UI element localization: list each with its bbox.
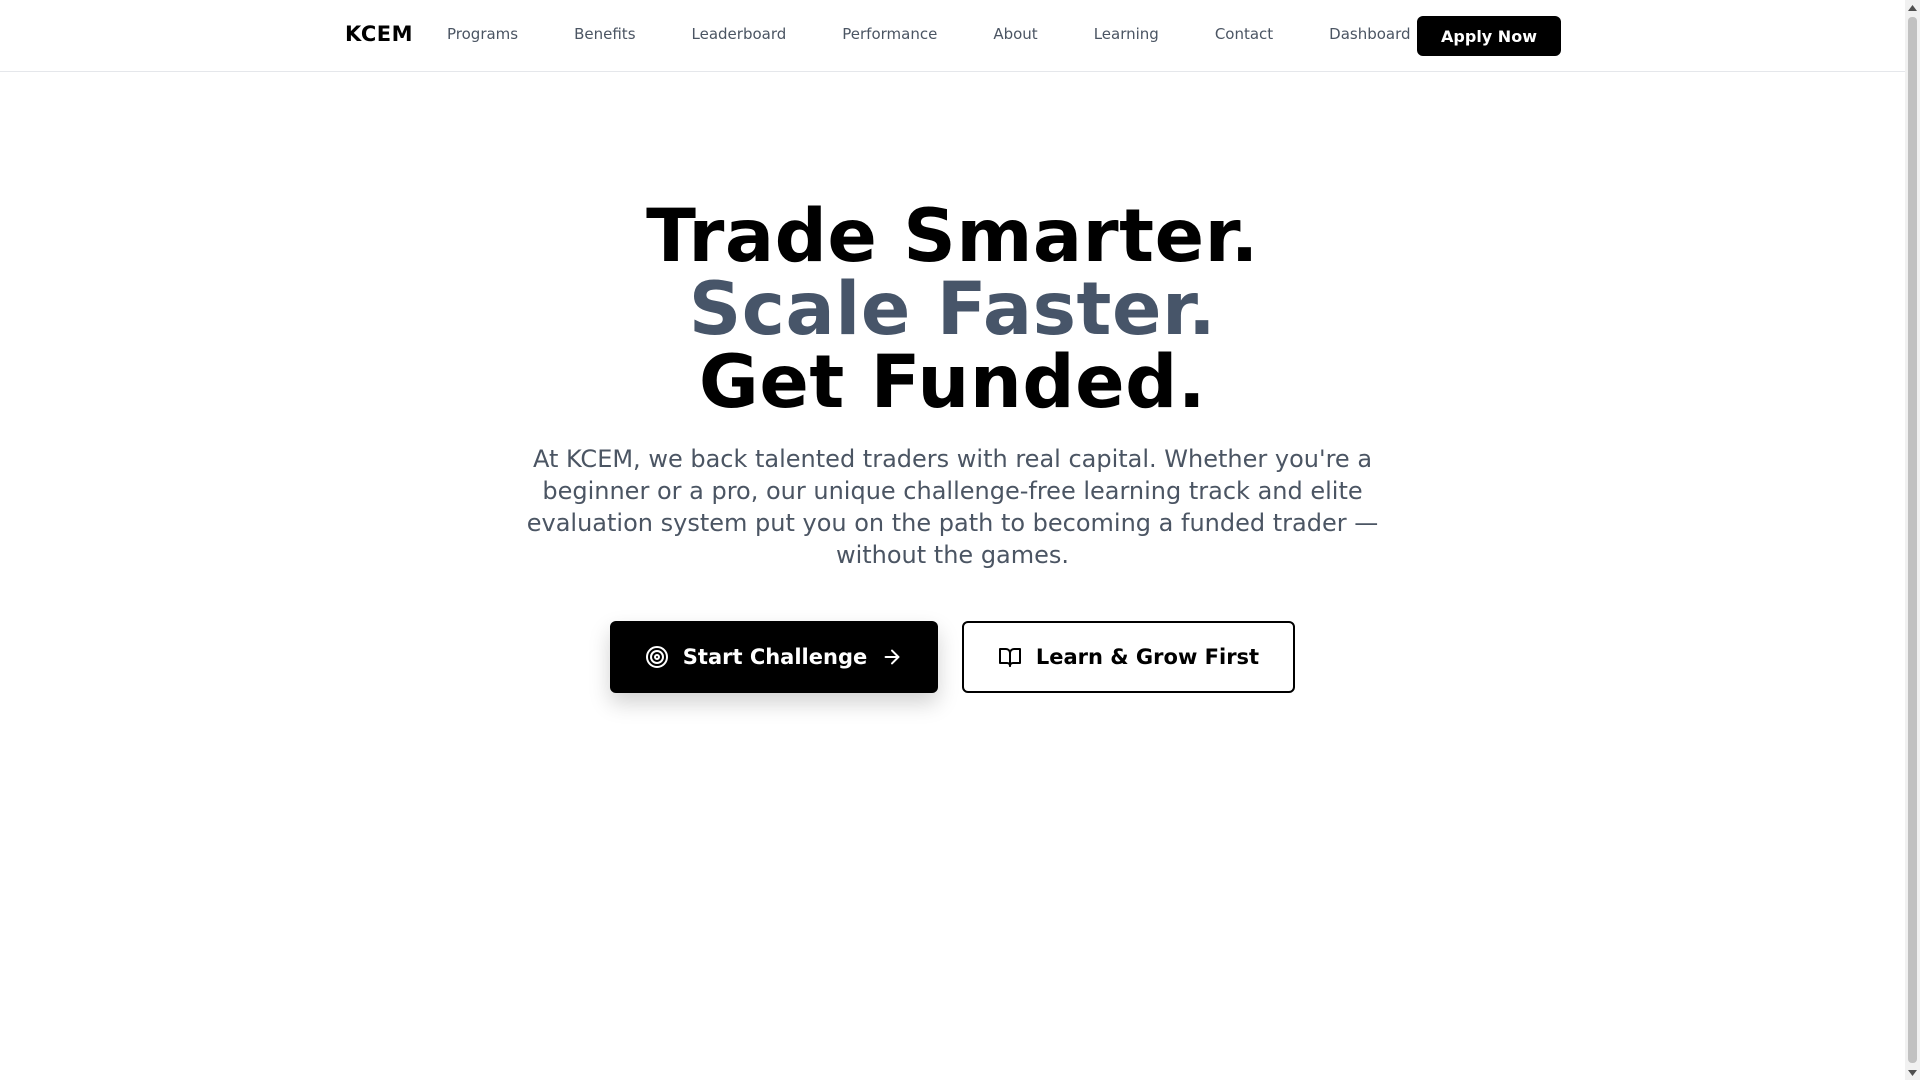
start-challenge-button[interactable]: Start Challenge [610, 621, 938, 693]
navbar: KCEM Programs Benefits Leaderboard Perfo… [0, 0, 1905, 72]
nav-link-contact[interactable]: Contact [1215, 25, 1273, 43]
learn-grow-first-button[interactable]: Learn & Grow First [962, 621, 1295, 693]
hero-title: Trade Smarter. Scale Faster. Get Funded. [0, 200, 1905, 419]
nav-link-about[interactable]: About [993, 25, 1037, 43]
nav-links: Programs Benefits Leaderboard Performanc… [447, 25, 1467, 43]
scroll-down-arrow-icon[interactable] [1905, 1065, 1920, 1080]
vertical-scrollbar[interactable] [1905, 0, 1920, 1080]
nav-link-leaderboard[interactable]: Leaderboard [692, 25, 787, 43]
page: KCEM Programs Benefits Leaderboard Perfo… [0, 0, 1905, 1080]
nav-link-performance[interactable]: Performance [842, 25, 937, 43]
hero-section: Trade Smarter. Scale Faster. Get Funded.… [0, 200, 1905, 693]
hero-title-line-2: Scale Faster. [688, 267, 1217, 352]
nav-link-dashboard[interactable]: Dashboard [1329, 25, 1410, 43]
nav-link-benefits[interactable]: Benefits [574, 25, 635, 43]
book-open-icon [998, 645, 1022, 669]
scrollbar-thumb[interactable] [1908, 17, 1917, 1063]
hero-title-line-3: Get Funded. [698, 340, 1207, 425]
target-icon [645, 645, 669, 669]
arrow-right-icon [881, 646, 903, 668]
nav-link-programs[interactable]: Programs [447, 25, 518, 43]
hero-title-line-1: Trade Smarter. [646, 194, 1259, 279]
hero-description: At KCEM, we back talented traders with r… [526, 445, 1379, 569]
scroll-up-arrow-icon[interactable] [1905, 0, 1920, 15]
start-challenge-label: Start Challenge [682, 645, 868, 669]
brand-logo[interactable]: KCEM [345, 22, 413, 46]
apply-now-button[interactable]: Apply Now [1417, 16, 1561, 56]
learn-grow-first-label: Learn & Grow First [1035, 645, 1260, 669]
cta-row: Start Challenge Learn & Grow First [0, 621, 1905, 693]
nav-link-learning[interactable]: Learning [1094, 25, 1159, 43]
